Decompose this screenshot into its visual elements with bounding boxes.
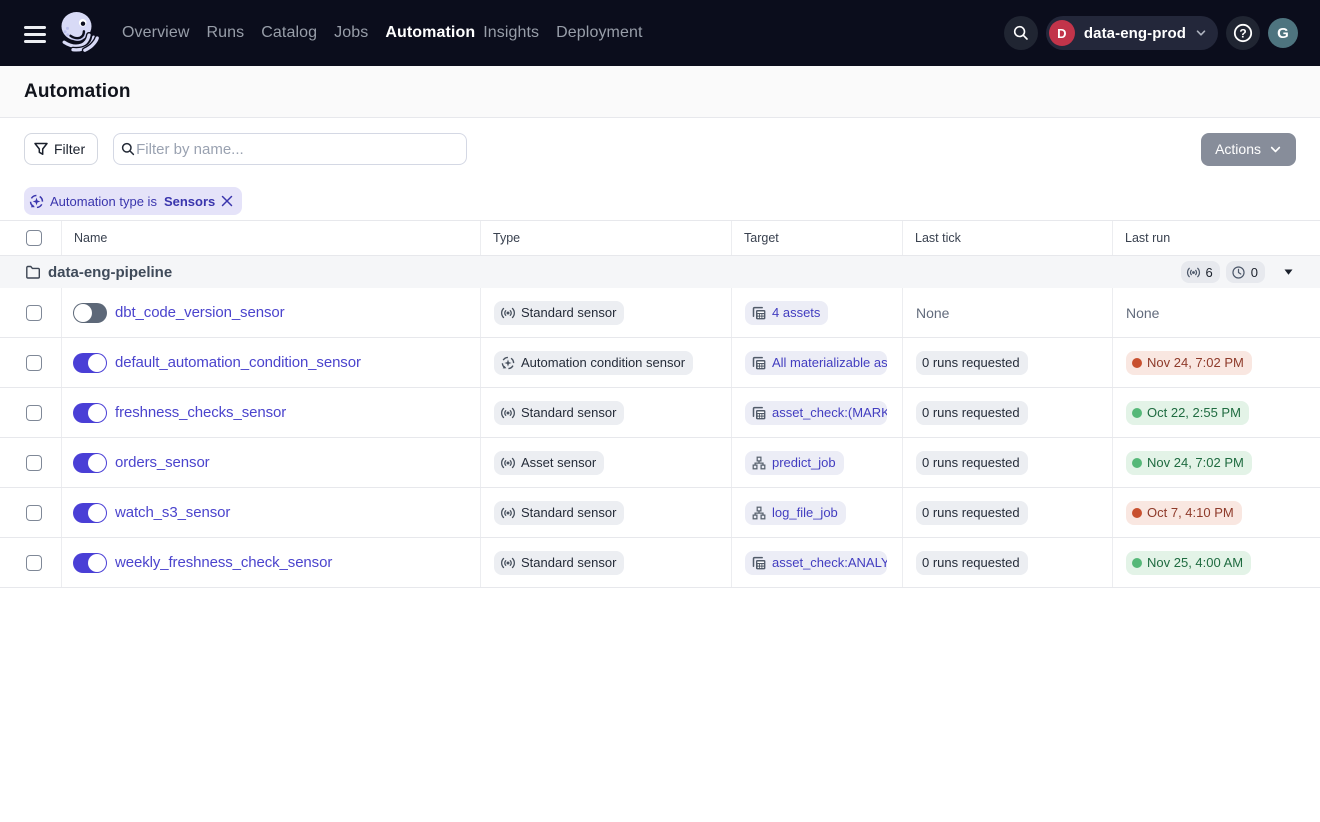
svg-text:?: ? bbox=[1239, 26, 1246, 40]
